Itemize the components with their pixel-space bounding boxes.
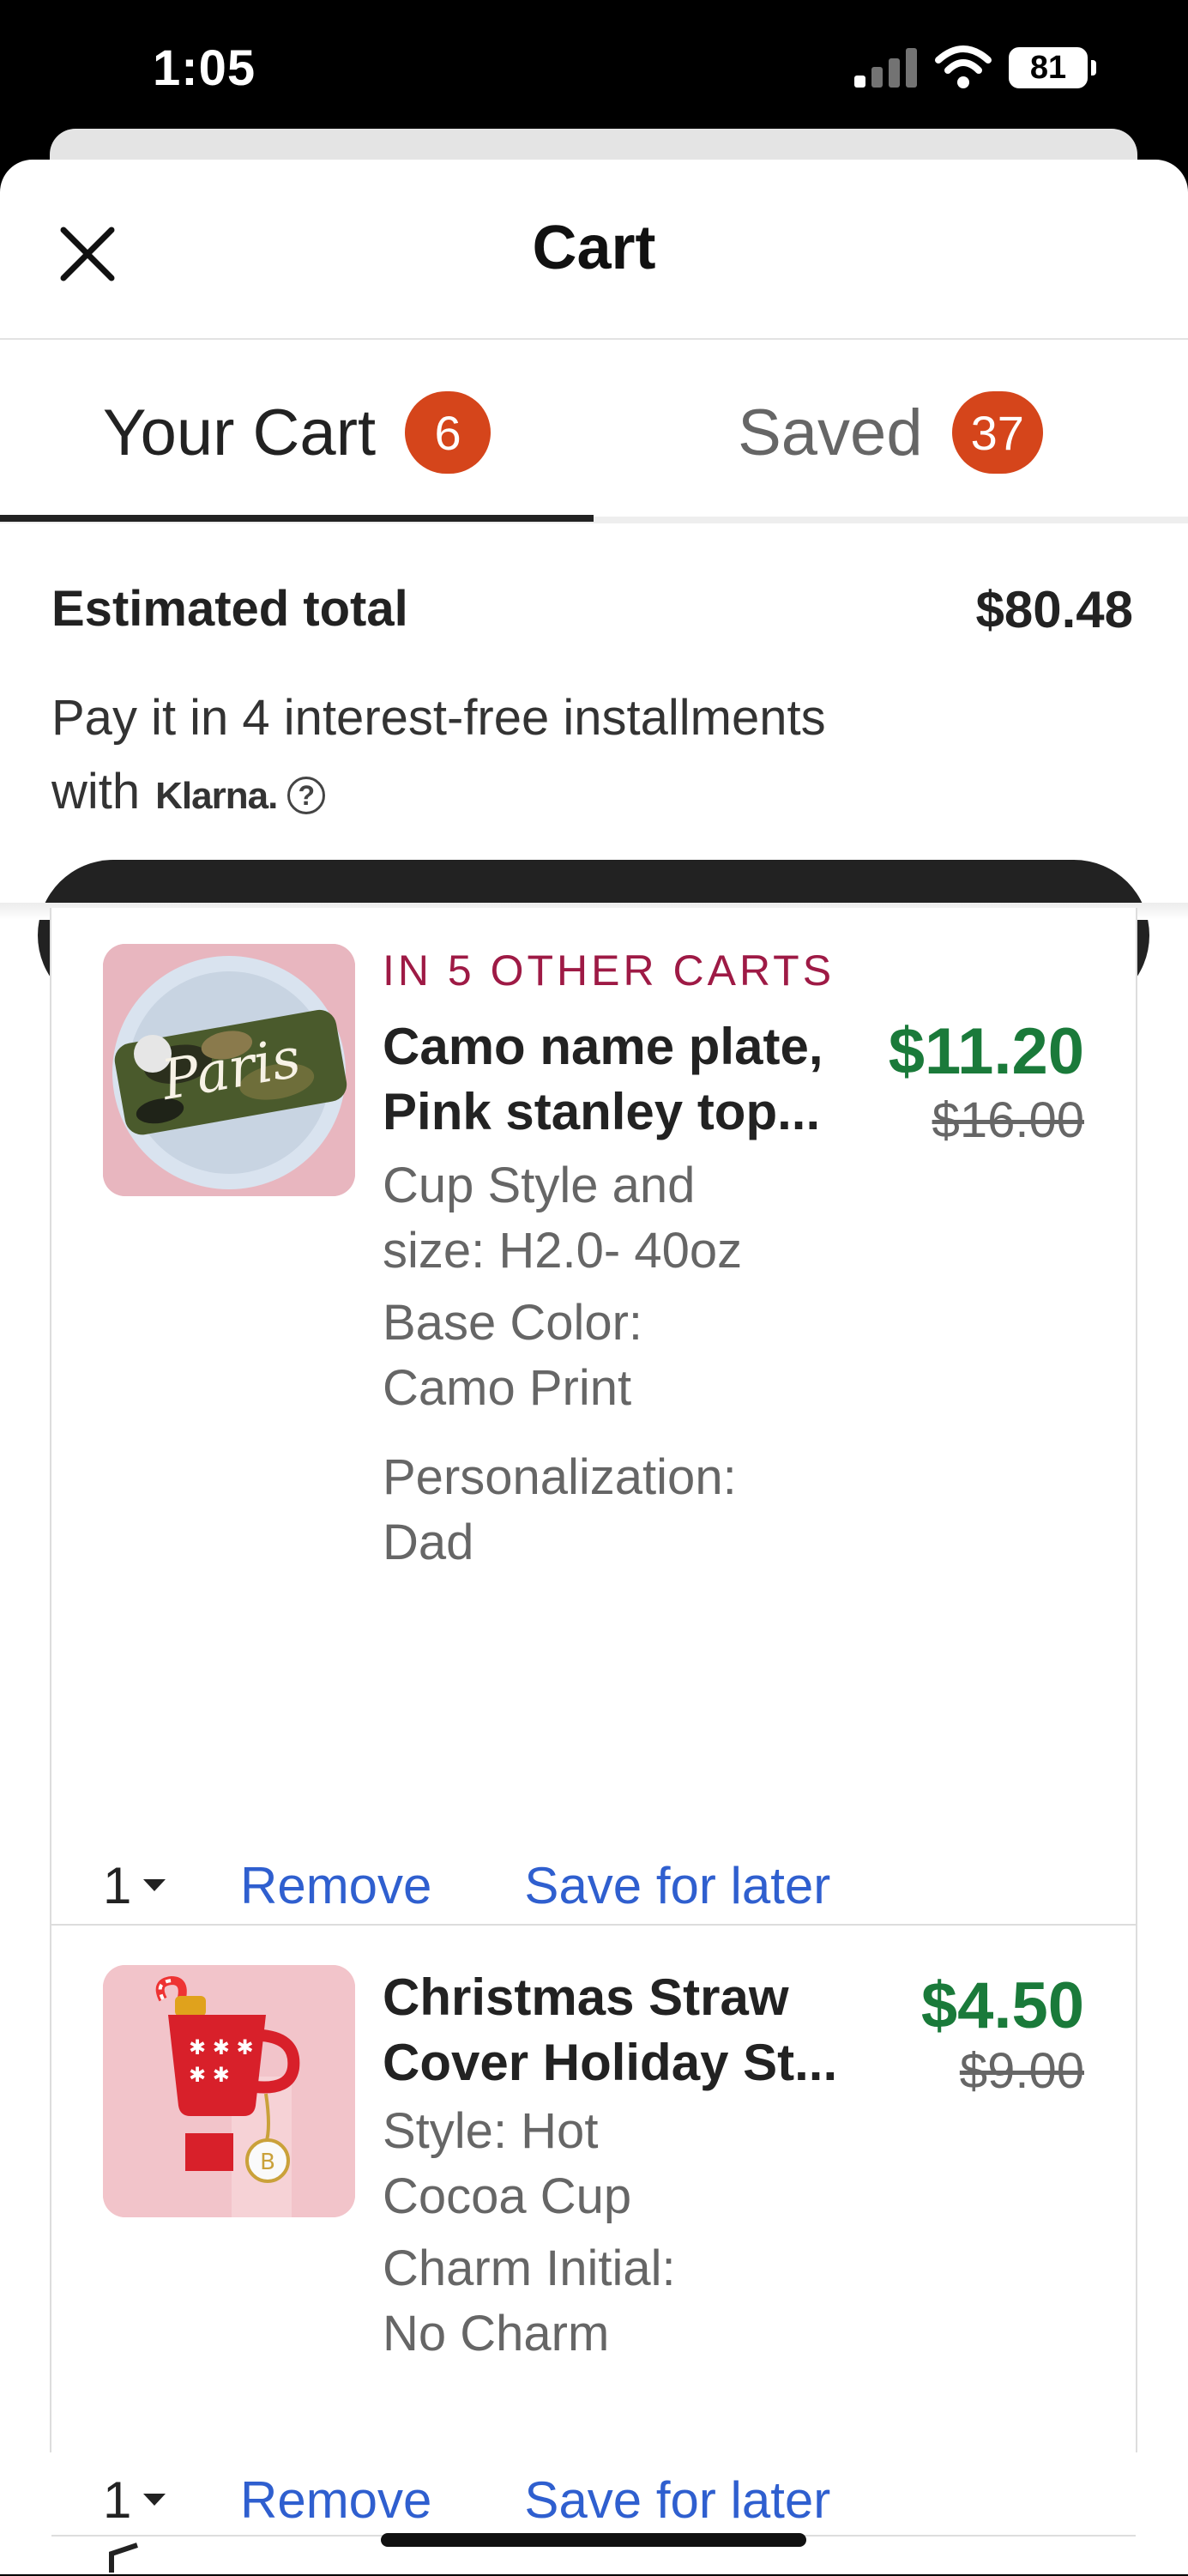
cart-item: ✱ ✱ ✱ ✱ ✱ B Christmas Straw Cover Holida…: [51, 1927, 1136, 2537]
help-icon[interactable]: ?: [287, 776, 326, 814]
quantity-value: 1: [103, 1856, 132, 1914]
save-for-later-button[interactable]: Save for later: [524, 2470, 830, 2530]
quantity-select[interactable]: 1: [103, 1856, 240, 1915]
item-actions: 1 Remove Save for later: [103, 2461, 1046, 2538]
attribute-line: Camo Print: [383, 1360, 632, 1416]
camo-lid-image: Paris: [103, 944, 355, 1196]
item-attribute-cup-style: Cup Style and size: H2.0- 40oz: [383, 1153, 829, 1284]
cart-tabs: Your Cart 6 Saved 37: [0, 342, 1188, 523]
item-image[interactable]: Paris: [103, 944, 355, 1196]
remove-button[interactable]: Remove: [240, 2470, 431, 2530]
remove-button[interactable]: Remove: [240, 1856, 431, 1915]
straw-cover-image: ✱ ✱ ✱ ✱ ✱ B: [103, 1965, 355, 2217]
item-attribute-base-color: Base Color: Camo Print: [383, 1291, 829, 1421]
attribute-line: size: H2.0- 40oz: [383, 1223, 743, 1279]
item-original-price: $9.00: [959, 2043, 1084, 2099]
gift-icon: [109, 2543, 138, 2573]
battery-tip: [1091, 60, 1096, 76]
attribute-line: Cup Style and: [383, 1158, 696, 1213]
klarna-text-line2: with: [51, 764, 141, 819]
tab-your-cart-label: Your Cart: [102, 396, 377, 469]
cart-demand-notice: IN 5 OTHER CARTS: [383, 946, 835, 995]
attribute-line: Dad: [383, 1515, 474, 1570]
quantity-value: 1: [103, 2470, 132, 2529]
item-title-line2: Cover Holiday St...: [383, 2034, 838, 2091]
item-title-line2: Pink stanley top...: [383, 1083, 821, 1140]
chevron-down-icon: [143, 2494, 166, 2506]
cart-count-badge: 6: [405, 391, 491, 474]
tab-your-cart[interactable]: Your Cart 6: [0, 342, 594, 523]
attribute-line: Style: Hot: [383, 2103, 599, 2159]
item-price: $11.20: [888, 1015, 1084, 1088]
cellular-signal-icon: [854, 48, 918, 88]
svg-text:✱ ✱ ✱: ✱ ✱ ✱: [189, 2035, 254, 2059]
cart-item: Paris IN 5 OTHER CARTS Camo name plate, …: [51, 908, 1136, 1926]
tab-saved-label: Saved: [738, 396, 923, 469]
status-time: 1:05: [153, 40, 256, 96]
item-original-price: $16.00: [932, 1092, 1084, 1148]
estimated-total-label: Estimated total: [51, 581, 408, 637]
attribute-line: Cocoa Cup: [383, 2168, 632, 2224]
attribute-line: No Charm: [383, 2306, 610, 2361]
klarna-logo: Klarna.: [155, 775, 278, 817]
saved-count-badge: 37: [951, 391, 1043, 474]
chevron-down-icon: [143, 1879, 166, 1891]
tab-saved[interactable]: Saved 37: [594, 342, 1187, 523]
item-actions: 1 Remove Save for later: [103, 1847, 1046, 1924]
item-image[interactable]: ✱ ✱ ✱ ✱ ✱ B: [103, 1965, 355, 2217]
item-attribute-style: Style: Hot Cocoa Cup: [383, 2099, 829, 2229]
estimated-total-value: $80.48: [975, 581, 1133, 638]
wifi-icon: [935, 45, 992, 88]
klarna-message: Pay it in 4 interest-free installments w…: [51, 681, 1115, 833]
item-title[interactable]: Camo name plate, Pink stanley top...: [383, 1014, 863, 1145]
attribute-line: Personalization:: [383, 1449, 737, 1505]
cart-header: Cart: [0, 160, 1188, 340]
status-bar: 1:05 81: [0, 0, 1188, 137]
item-price: $4.50: [920, 1969, 1084, 2042]
attribute-line: Charm Initial:: [383, 2240, 676, 2296]
charm-initial-text: B: [260, 2150, 275, 2175]
item-attribute-personalization: Personalization: Dad: [383, 1445, 829, 1575]
save-for-later-button[interactable]: Save for later: [524, 1856, 830, 1915]
cart-item-list: Paris IN 5 OTHER CARTS Camo name plate, …: [50, 908, 1137, 2573]
active-tab-indicator: [0, 515, 594, 522]
quantity-select[interactable]: 1: [103, 2470, 240, 2530]
klarna-text-line1: Pay it in 4 interest-free installments: [51, 690, 826, 746]
item-title-line1: Camo name plate,: [383, 1018, 823, 1075]
battery-icon: 81: [1009, 47, 1088, 88]
svg-text:✱ ✱: ✱ ✱: [189, 2063, 230, 2087]
page-title: Cart: [532, 214, 656, 282]
home-indicator: [381, 2533, 806, 2547]
item-attribute-charm-initial: Charm Initial: No Charm: [383, 2236, 829, 2367]
item-title-line1: Christmas Straw: [383, 1968, 789, 2026]
item-title[interactable]: Christmas Straw Cover Holiday St...: [383, 1965, 863, 2095]
attribute-line: Base Color:: [383, 1295, 643, 1351]
